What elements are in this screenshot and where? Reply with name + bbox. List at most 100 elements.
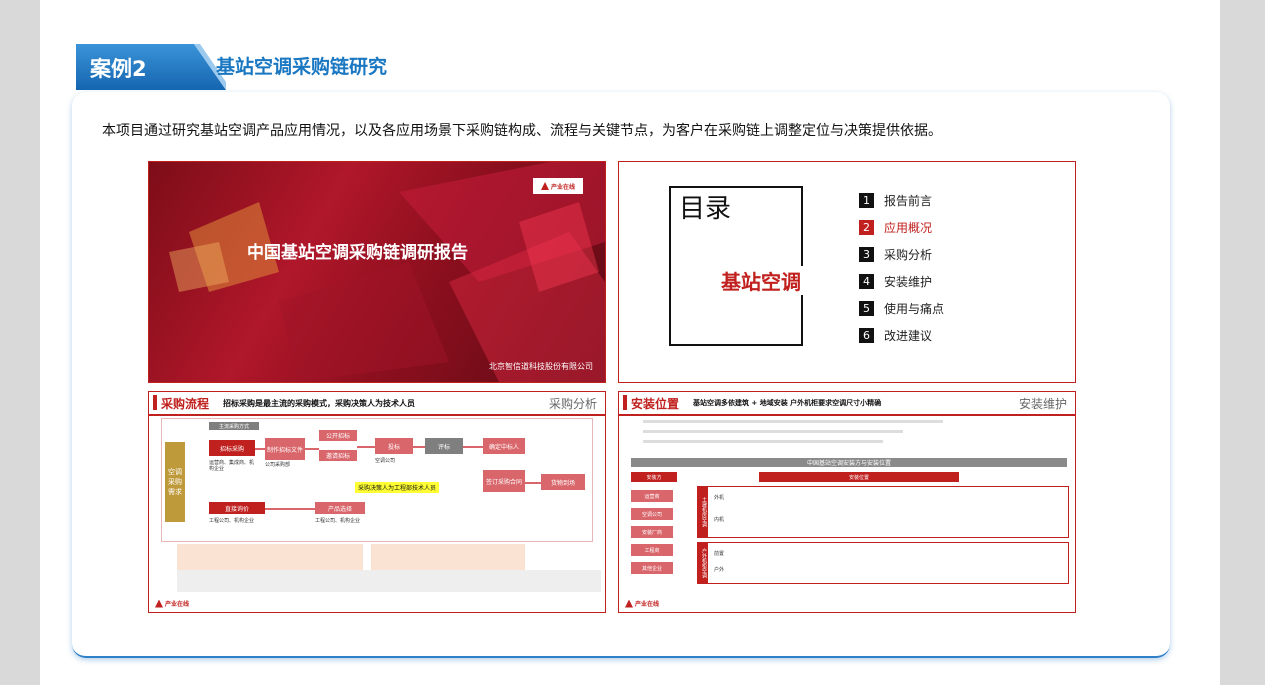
submit-bid-box: 投标 — [375, 438, 413, 454]
flow-arrow — [357, 446, 375, 448]
process-note-bottom — [177, 570, 601, 592]
flow-arrow — [463, 446, 483, 448]
install-subtitle: 基站空调多依建筑 + 地域安装 户外机柜要求空调尺寸小精确 — [693, 399, 882, 407]
toc-number: 3 — [859, 247, 874, 262]
install-text-line — [643, 420, 943, 423]
contract-box: 签订采购合同 — [483, 470, 525, 492]
toc-label: 采购分析 — [884, 248, 933, 262]
toc-label: 报告前言 — [884, 194, 933, 208]
party-a: 公司采购部 — [265, 462, 291, 468]
process-note-left — [177, 544, 363, 570]
logo-icon — [540, 182, 549, 190]
installer-header: 安装方 — [631, 472, 677, 482]
indoor-group-panel: 土建机房空调 外机 内机 — [697, 486, 1069, 538]
logo-icon — [625, 599, 633, 608]
project-description: 本项目通过研究基站空调产品应用情况，以及各应用场景下采购链构成、流程与关键节点，… — [102, 123, 942, 139]
toc-item: 5 使用与痛点 — [859, 295, 944, 322]
installer-item: 运营商 — [631, 490, 673, 502]
invite-bid-box: 邀请招标 — [319, 450, 357, 461]
toc-heading: 目录 — [679, 194, 732, 224]
winner-box: 确定中标人 — [483, 438, 525, 454]
product-select-box: 产品选择 — [315, 502, 365, 514]
row-label: 户外 — [714, 567, 725, 573]
flow-arrow — [255, 448, 265, 450]
toc-item: 4 安装维护 — [859, 268, 944, 295]
toc-number: 5 — [859, 301, 874, 316]
toc-number: 6 — [859, 328, 874, 343]
slide-process-thumbnail[interactable]: 采购流程 招标采购是最主流的采购模式，采购决策人为技术人员 采购分析 空调采购需… — [148, 391, 606, 613]
row-label: 外机 — [714, 495, 725, 501]
direct-inquiry-box: 直接询价 — [209, 502, 265, 514]
installer-item: 工程商 — [631, 544, 673, 556]
content-card: 本项目通过研究基站空调产品应用情况，以及各应用场景下采购链构成、流程与关键节点，… — [72, 92, 1170, 658]
install-logo-text: 产业在线 — [635, 601, 660, 608]
toc-list: 1 报告前言 2 应用概况 3 采购分析 4 安装维护 5 使用与痛点 6 改进建议 — [859, 187, 944, 349]
installer-item: 其他企业 — [631, 562, 673, 574]
open-bid-box: 公开招标 — [319, 430, 357, 441]
toc-number: 2 — [859, 220, 874, 235]
process-section: 采购分析 — [548, 397, 597, 411]
prepare-doc-box: 制作招标文件 — [265, 438, 305, 460]
process-header: 采购流程 招标采购是最主流的采购模式，采购决策人为技术人员 采购分析 — [149, 392, 605, 416]
position-header: 安装位置 — [759, 472, 959, 482]
slide-toc-thumbnail[interactable]: 目录 基站空调 1 报告前言 2 应用概况 3 采购分析 4 安装维护 5 使用与痛点 6… — [618, 161, 1076, 383]
toc-item-active: 2 应用概况 — [859, 214, 944, 241]
flow-arrow — [525, 482, 541, 484]
header-accent-bar — [153, 395, 157, 410]
indoor-group-label: 土建机房空调 — [698, 487, 708, 537]
evaluate-box: 评标 — [425, 438, 463, 454]
flow-arrow — [265, 508, 315, 510]
process-note-right — [371, 544, 525, 570]
toc-number: 4 — [859, 274, 874, 289]
outdoor-group-label: 户外机柜空调 — [698, 543, 708, 583]
party-d: 工程公司、机构企业 — [315, 518, 361, 524]
toc-item: 1 报告前言 — [859, 187, 944, 214]
cover-decoration — [169, 162, 605, 382]
page-title: 基站空调采购链研究 — [216, 56, 388, 78]
party-b: 空调公司 — [375, 458, 396, 464]
parties-1: 运营商、集成商、机构企业 — [209, 460, 255, 472]
installer-item: 安装厂商 — [631, 526, 673, 538]
row-label: 前置 — [714, 551, 725, 557]
flow-arrow — [305, 448, 319, 450]
process-subtitle: 招标采购是最主流的采购模式，采购决策人为技术人员 — [223, 399, 415, 408]
outdoor-group-panel: 户外机柜空调 前置 户外 — [697, 542, 1069, 584]
cover-logo-text: 产业在线 — [550, 183, 575, 191]
install-text-line — [643, 430, 903, 433]
cover-logo: 产业在线 — [533, 178, 583, 194]
slide-cover-thumbnail[interactable]: 产业在线 中国基站空调采购链调研报告 北京智信道科技股份有限公司 — [148, 161, 606, 383]
toc-number: 1 — [859, 193, 874, 208]
delivery-box: 货物到场 — [541, 474, 585, 490]
slide-install-thumbnail[interactable]: 安装位置 基站空调多依建筑 + 地域安装 户外机柜要求空调尺寸小精确 安装维护 … — [618, 391, 1076, 613]
page: 案例2 基站空调采购链研究 本项目通过研究基站空调产品应用情况，以及各应用场景下… — [40, 0, 1220, 685]
demand-box: 空调采购需求 — [165, 442, 185, 522]
toc-item: 3 采购分析 — [859, 241, 944, 268]
main-mode-label: 主流采购方式 — [209, 422, 259, 430]
process-logo: 产业在线 — [155, 599, 189, 608]
install-table-title: 中国基站空调安装方与安装位置 — [631, 458, 1067, 467]
install-logo: 产业在线 — [625, 599, 659, 608]
toc-label: 使用与痛点 — [884, 302, 945, 316]
install-header: 安装位置 基站空调多依建筑 + 地域安装 户外机柜要求空调尺寸小精确 安装维护 — [619, 392, 1075, 416]
install-section: 安装维护 — [1018, 397, 1067, 411]
case-tab: 案例2 — [76, 44, 226, 90]
logo-icon — [155, 599, 163, 608]
case-label: 案例2 — [90, 57, 147, 81]
flow-arrow — [413, 446, 425, 448]
header-accent-bar — [623, 395, 627, 410]
installer-item: 空调公司 — [631, 508, 673, 520]
party-c: 工程公司、机构企业 — [209, 518, 255, 524]
process-logo-text: 产业在线 — [165, 601, 190, 608]
toc-label: 应用概况 — [884, 221, 933, 235]
decision-note: 采购决策人为工程部技术人员 — [355, 482, 440, 493]
toc-label: 安装维护 — [884, 275, 933, 289]
install-title: 安装位置 — [631, 397, 680, 411]
bidding-box: 招标采购 — [209, 440, 255, 456]
install-text-line — [643, 440, 883, 443]
toc-item: 6 改进建议 — [859, 322, 944, 349]
toc-label: 改进建议 — [884, 329, 933, 343]
row-label: 内机 — [714, 517, 725, 523]
cover-title: 中国基站空调采购链调研报告 — [247, 243, 468, 263]
cover-company: 北京智信道科技股份有限公司 — [489, 362, 593, 371]
toc-subject: 基站空调 — [719, 266, 803, 295]
